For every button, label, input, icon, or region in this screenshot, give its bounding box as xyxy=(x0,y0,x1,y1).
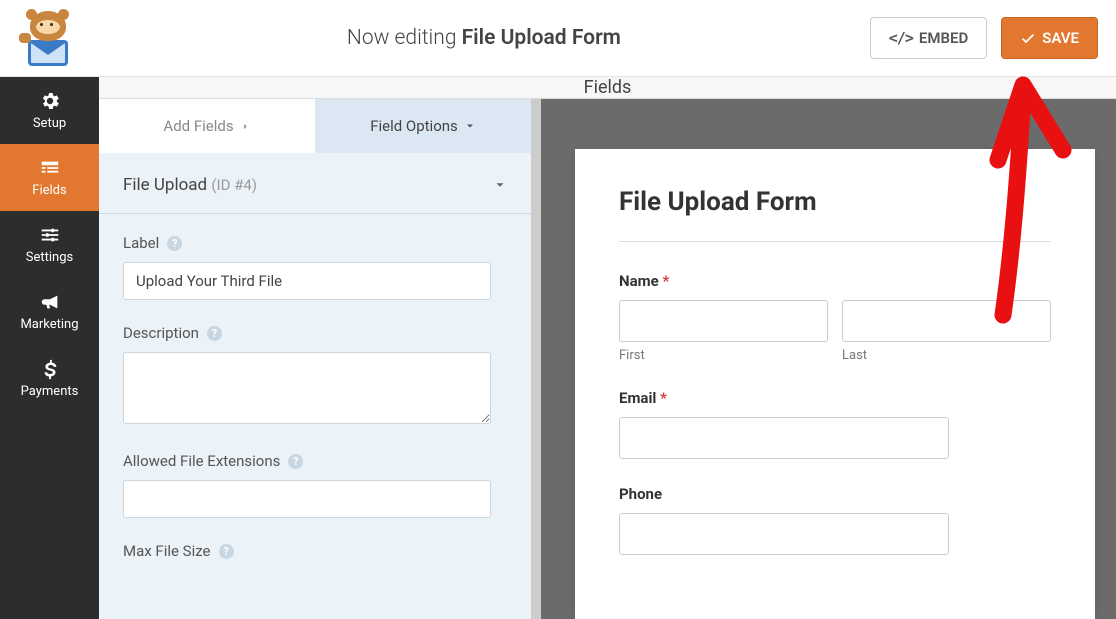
dollar-icon xyxy=(39,358,61,380)
label-input[interactable] xyxy=(123,262,491,300)
email-input[interactable] xyxy=(619,417,949,459)
check-icon xyxy=(1020,30,1036,46)
field-collapse-header[interactable]: File Upload (ID #4) xyxy=(99,153,531,214)
email-label: Email xyxy=(619,389,656,407)
form-icon xyxy=(39,157,61,179)
last-name-input[interactable] xyxy=(842,300,1051,342)
gear-icon xyxy=(39,90,61,112)
code-icon: </> xyxy=(889,29,913,47)
label-label: Label xyxy=(123,234,159,252)
side-nav: Setup Fields Settings Marketing Payments xyxy=(0,77,99,619)
tab-add-fields[interactable]: Add Fields xyxy=(99,99,315,153)
left-panel: Add Fields Field Options File Upload (ID… xyxy=(99,99,531,619)
form-preview-card: File Upload Form Name * First xyxy=(575,149,1095,619)
form-name-text: File Upload Form xyxy=(462,26,621,50)
field-id-text: (ID #4) xyxy=(211,176,257,194)
chevron-down-icon xyxy=(493,178,507,192)
email-field[interactable]: Email * xyxy=(619,389,1051,459)
last-sublabel: Last xyxy=(842,348,1051,363)
nav-label: Settings xyxy=(26,250,73,265)
nav-item-marketing[interactable]: Marketing xyxy=(0,278,99,345)
help-icon[interactable]: ? xyxy=(167,236,182,251)
preview-form-title: File Upload Form xyxy=(619,187,1051,217)
nav-label: Setup xyxy=(33,116,66,131)
max-file-size-label: Max File Size xyxy=(123,542,211,560)
help-icon[interactable]: ? xyxy=(219,544,234,559)
save-button-label: SAVE xyxy=(1042,29,1079,47)
top-bar: Now editing File Upload Form </> EMBED S… xyxy=(0,0,1116,77)
phone-input[interactable] xyxy=(619,513,949,555)
help-icon[interactable]: ? xyxy=(288,454,303,469)
field-type-name: File Upload xyxy=(123,175,207,195)
first-name-input[interactable] xyxy=(619,300,828,342)
panel-tabs: Add Fields Field Options xyxy=(99,99,531,153)
nav-item-settings[interactable]: Settings xyxy=(0,211,99,278)
phone-label: Phone xyxy=(619,485,662,503)
embed-button[interactable]: </> EMBED xyxy=(870,17,987,59)
required-asterisk: * xyxy=(656,389,667,407)
chevron-right-icon xyxy=(240,121,251,132)
bullhorn-icon xyxy=(39,291,61,313)
sliders-icon xyxy=(39,224,61,246)
phone-field[interactable]: Phone xyxy=(619,485,1051,555)
name-field[interactable]: Name * First Last xyxy=(619,272,1051,363)
nav-label: Marketing xyxy=(20,317,78,332)
description-label: Description xyxy=(123,324,199,342)
divider xyxy=(619,241,1051,242)
help-icon[interactable]: ? xyxy=(207,326,222,341)
first-sublabel: First xyxy=(619,348,828,363)
page-title: Now editing File Upload Form xyxy=(98,26,870,50)
allowed-extensions-label: Allowed File Extensions xyxy=(123,452,280,470)
allowed-extensions-input[interactable] xyxy=(123,480,491,518)
nav-label: Payments xyxy=(21,384,79,399)
nav-item-setup[interactable]: Setup xyxy=(0,77,99,144)
embed-button-label: EMBED xyxy=(919,29,968,47)
app-logo xyxy=(18,11,78,66)
builder-area: Fields Add Fields Field Options xyxy=(99,77,1116,619)
nav-item-fields[interactable]: Fields xyxy=(0,144,99,211)
nav-item-payments[interactable]: Payments xyxy=(0,345,99,412)
name-label: Name xyxy=(619,272,659,290)
builder-title-bar: Fields xyxy=(99,77,1116,99)
description-input[interactable] xyxy=(123,352,491,424)
required-asterisk: * xyxy=(659,272,670,290)
panel-scrollbar[interactable] xyxy=(531,99,541,619)
now-editing-text: Now editing xyxy=(347,26,457,50)
save-button[interactable]: SAVE xyxy=(1001,17,1098,59)
nav-label: Fields xyxy=(32,183,66,198)
chevron-down-icon xyxy=(464,120,476,132)
preview-area: File Upload Form Name * First xyxy=(541,99,1116,619)
tab-field-options[interactable]: Field Options xyxy=(315,99,531,153)
